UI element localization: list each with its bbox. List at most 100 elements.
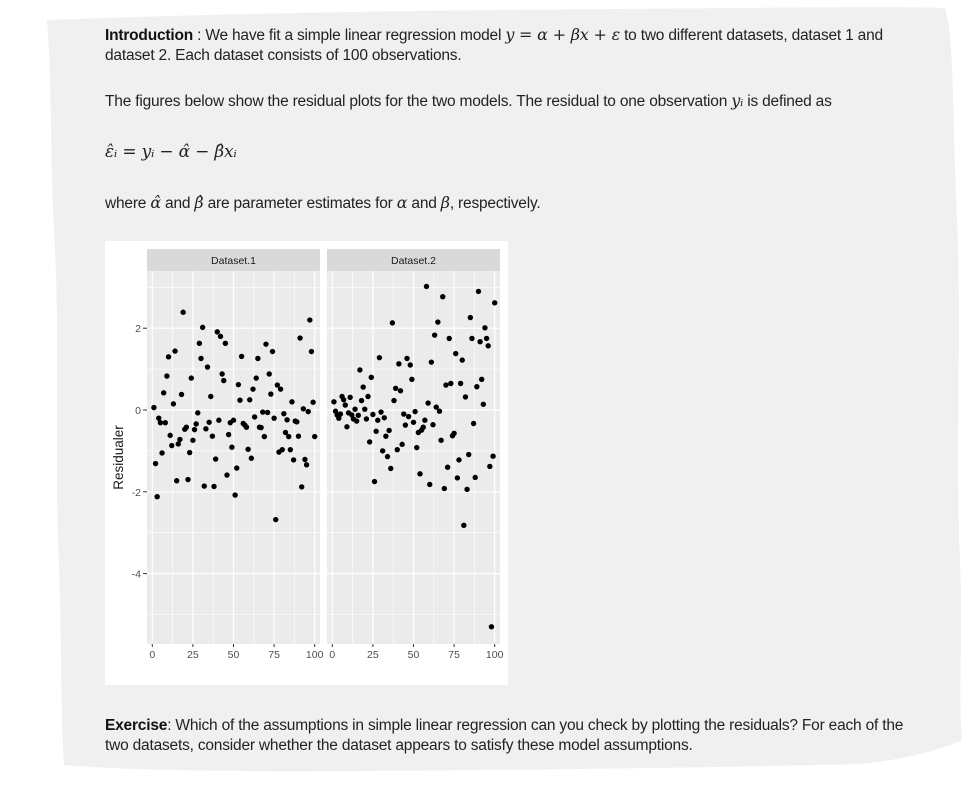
- residual-plot-figure: Residualer 2 0 -2 -4 Dataset.1 0 25 50 75 100 Datas…: [105, 241, 508, 685]
- data-point: [173, 478, 180, 484]
- data-point: [435, 319, 441, 325]
- data-point: [365, 393, 371, 400]
- data-point: [167, 432, 173, 439]
- facet-strip-label: Dataset.2: [391, 255, 436, 267]
- data-point: [195, 410, 201, 416]
- data-point: [457, 380, 464, 387]
- data-point: [188, 375, 194, 381]
- data-point: [438, 437, 444, 443]
- alpha-symbol: α: [396, 193, 408, 212]
- data-point: [302, 456, 308, 463]
- data-point: [391, 397, 397, 404]
- data-point: [193, 421, 199, 427]
- data-point: [446, 335, 452, 342]
- data-point: [388, 465, 394, 472]
- data-point: [185, 476, 191, 483]
- data-point: [250, 386, 256, 392]
- data-point: [454, 475, 461, 481]
- data-point: [258, 424, 264, 431]
- data-point: [224, 472, 230, 478]
- x-tick-label: 50: [228, 649, 240, 661]
- data-point: [379, 448, 386, 454]
- data-point: [251, 414, 258, 420]
- data-point: [479, 376, 485, 383]
- data-point: [381, 415, 387, 421]
- exercise-text: : Which of the assumptions in simple lin…: [105, 717, 904, 754]
- where-paragraph: where α̂ and β̂ are parameter estimates …: [105, 193, 915, 214]
- data-point: [444, 464, 451, 470]
- data-point: [386, 427, 392, 434]
- data-point: [310, 399, 316, 405]
- data-point: [399, 441, 405, 448]
- data-point: [290, 457, 297, 463]
- data-point: [467, 314, 474, 321]
- data-point: [245, 446, 251, 452]
- data-point: [214, 329, 220, 335]
- data-point: [165, 354, 172, 360]
- data-point: [196, 340, 203, 347]
- x-tick-label: 50: [408, 649, 420, 661]
- data-point: [477, 338, 483, 345]
- data-point: [362, 406, 368, 412]
- data-point: [436, 408, 443, 414]
- data-point: [355, 412, 361, 419]
- x-tick-label: 0: [329, 649, 335, 661]
- data-point: [169, 442, 175, 449]
- data-point: [307, 317, 313, 323]
- data-point: [268, 391, 274, 397]
- exercise-label: Exercise: [105, 717, 168, 734]
- data-point: [269, 348, 276, 355]
- data-point: [217, 333, 224, 340]
- where-d: and: [407, 195, 441, 212]
- data-point: [453, 350, 459, 357]
- model-equation: y = α + βx + ε: [505, 25, 620, 44]
- data-point: [375, 417, 381, 423]
- data-point: [151, 404, 157, 411]
- data-point: [299, 484, 305, 490]
- data-point: [266, 371, 272, 377]
- data-point: [366, 439, 373, 445]
- data-point: [172, 348, 178, 354]
- x-tick-label: 100: [306, 649, 324, 661]
- data-point: [230, 417, 237, 423]
- data-point: [247, 397, 253, 403]
- data-point: [264, 409, 271, 416]
- intro-text-a: We have fit a simple linear regression m…: [205, 27, 506, 44]
- data-point: [243, 424, 250, 430]
- data-point: [412, 408, 418, 415]
- data-point: [383, 433, 389, 439]
- data-point: [303, 462, 310, 468]
- data-point: [347, 394, 353, 401]
- data-point: [459, 357, 465, 363]
- data-point: [340, 397, 347, 403]
- data-point: [487, 463, 493, 470]
- y-tick-label: -4: [132, 569, 141, 581]
- data-point: [201, 483, 207, 489]
- data-point: [337, 411, 344, 417]
- data-point: [154, 494, 160, 500]
- facet-strip-label: Dataset.1: [211, 255, 256, 267]
- data-point: [441, 485, 448, 492]
- data-point: [289, 399, 295, 405]
- data-point: [423, 283, 430, 290]
- data-point: [295, 433, 302, 439]
- y-axis-title: Residualer: [111, 425, 126, 490]
- data-point: [260, 409, 266, 415]
- data-point: [294, 419, 300, 425]
- data-point: [363, 416, 370, 422]
- data-point: [464, 486, 470, 493]
- exercise-paragraph: Exercise: Which of the assumptions in si…: [105, 716, 915, 756]
- data-point: [407, 362, 413, 368]
- data-point: [164, 373, 170, 379]
- data-point: [209, 433, 216, 439]
- data-point: [191, 426, 198, 433]
- data-point: [456, 457, 462, 463]
- data-point: [305, 408, 311, 415]
- figures-paragraph: The figures below show the residual plot…: [105, 91, 915, 112]
- data-point: [159, 450, 165, 456]
- data-point: [392, 385, 399, 392]
- data-point: [396, 361, 402, 367]
- data-point: [461, 522, 467, 529]
- data-point: [277, 386, 284, 392]
- data-point: [287, 446, 294, 453]
